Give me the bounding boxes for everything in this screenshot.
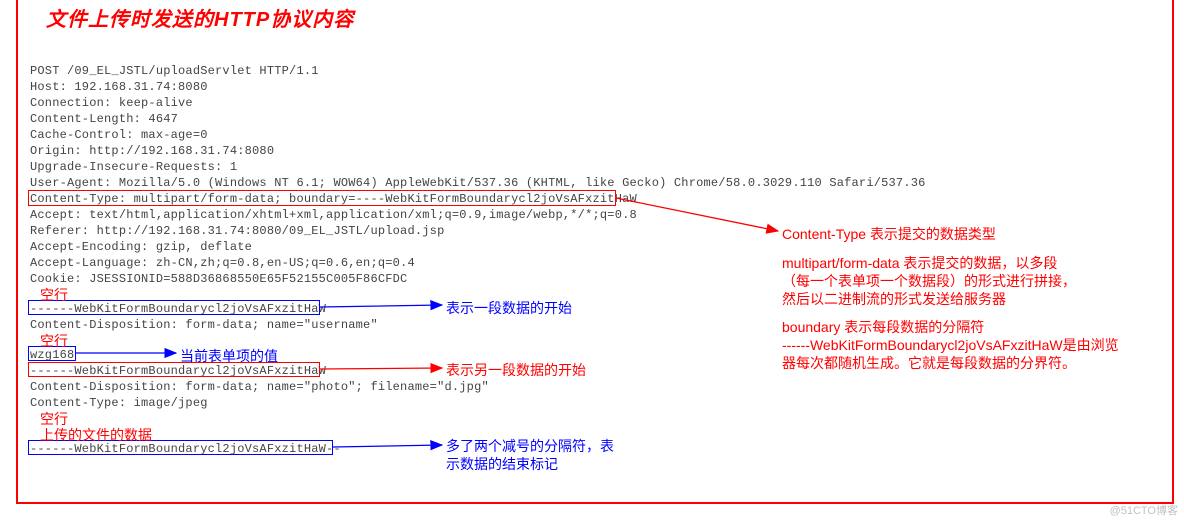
- http-line: POST /09_EL_JSTL/uploadServlet HTTP/1.1: [30, 64, 319, 78]
- note-boundary-1: boundary 表示每段数据的分隔符: [782, 318, 984, 338]
- http-line: Accept-Encoding: gzip, deflate: [30, 240, 252, 254]
- http-line: Host: 192.168.31.74:8080: [30, 80, 208, 94]
- http-line: Cookie: JSESSIONID=588D36868550E65F52155…: [30, 272, 407, 286]
- http-line: Accept-Language: zh-CN,zh;q=0.8,en-US;q=…: [30, 256, 415, 270]
- body-line: Content-Disposition: form-data; name="ph…: [30, 380, 489, 394]
- http-line: User-Agent: Mozilla/5.0 (Windows NT 6.1;…: [30, 176, 926, 190]
- http-line: Origin: http://192.168.31.74:8080: [30, 144, 274, 158]
- note-multipart-3: 然后以二进制流的形式发送给服务器: [782, 290, 1006, 310]
- http-line: Connection: keep-alive: [30, 96, 193, 110]
- body-line: Content-Disposition: form-data; name="us…: [30, 318, 378, 332]
- note-content-type: Content-Type 表示提交的数据类型: [782, 225, 996, 245]
- http-line: Accept: text/html,application/xhtml+xml,…: [30, 208, 637, 222]
- page-title: 文件上传时发送的HTTP协议内容: [46, 3, 354, 32]
- highlight-boundary-start1: [28, 300, 320, 315]
- body-line: Content-Type: image/jpeg: [30, 396, 208, 410]
- watermark: @51CTO博客: [1110, 502, 1178, 518]
- label-empty-line-2: 空行: [40, 332, 68, 352]
- label-file-data: 上传的文件的数据: [40, 426, 152, 446]
- label-end-marker-1: 多了两个减号的分隔符，表: [446, 437, 614, 457]
- highlight-content-type: [28, 190, 616, 206]
- label-form-value: 当前表单项的值: [180, 347, 278, 367]
- note-boundary-2: ------WebKitFormBoundarycl2joVsAFxzitHaW…: [782, 336, 1119, 356]
- http-line: Upgrade-Insecure-Requests: 1: [30, 160, 237, 174]
- label-end-marker-2: 示数据的结束标记: [446, 455, 558, 475]
- label-segment-start2: 表示另一段数据的开始: [446, 361, 586, 381]
- label-segment-start: 表示一段数据的开始: [446, 299, 572, 319]
- label-empty-line-1: 空行: [40, 286, 68, 306]
- http-line: Referer: http://192.168.31.74:8080/09_EL…: [30, 224, 444, 238]
- note-multipart-2: （每一个表单项一个数据段）的形式进行拼接，: [782, 272, 1076, 292]
- http-line: Content-Length: 4647: [30, 112, 178, 126]
- http-line: Cache-Control: max-age=0: [30, 128, 208, 142]
- note-multipart-1: multipart/form-data 表示提交的数据，以多段: [782, 254, 1057, 274]
- note-boundary-3: 器每次都随机生成。它就是每段数据的分界符。: [782, 354, 1076, 374]
